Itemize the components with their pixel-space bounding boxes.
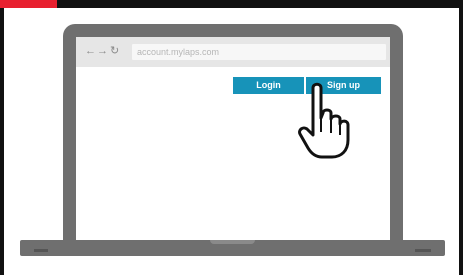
- login-button[interactable]: Login: [233, 77, 304, 94]
- back-arrow-icon[interactable]: ←: [85, 45, 96, 57]
- laptop-base: [20, 240, 445, 256]
- top-bar: [0, 0, 463, 8]
- reload-icon[interactable]: ↻: [110, 45, 119, 57]
- laptop-base-notch: [210, 240, 255, 244]
- forward-arrow-icon[interactable]: →: [97, 45, 108, 57]
- address-url: account.mylaps.com: [137, 47, 220, 57]
- frame-border-left: [0, 8, 4, 275]
- address-bar[interactable]: account.mylaps.com: [132, 44, 386, 60]
- brand-accent-bar: [0, 0, 57, 8]
- hand-cursor-icon: [298, 82, 350, 159]
- laptop-port-right: [415, 249, 431, 252]
- frame-border-right: [459, 8, 463, 275]
- laptop-port-left: [34, 249, 48, 252]
- browser-toolbar: ← → ↻ account.mylaps.com: [76, 37, 390, 67]
